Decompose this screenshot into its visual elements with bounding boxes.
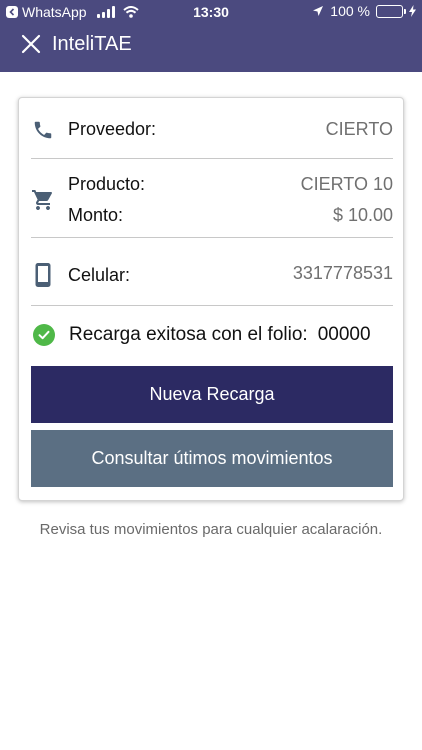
- proveedor-value: CIERTO: [325, 119, 393, 139]
- celular-label: Celular:: [68, 265, 131, 285]
- success-message: Recarga exitosa con el folio: 00000: [33, 320, 393, 350]
- recharge-summary-card: Proveedor: CIERTO Producto: CIERTO 10 Mo…: [18, 97, 404, 501]
- proveedor-row: Proveedor: CIERTO: [31, 118, 393, 142]
- cart-icon: [31, 188, 55, 212]
- battery-icon: [376, 4, 406, 18]
- monto-label: Monto:: [68, 205, 124, 225]
- divider: [31, 305, 393, 306]
- location-arrow-icon: [312, 5, 324, 17]
- celular-row: Celular: 3317778531: [31, 263, 393, 289]
- producto-label: Producto:: [68, 174, 146, 194]
- status-right: 100 %: [312, 3, 416, 19]
- producto-row: Producto: CIERTO 10 Monto: $ 10.00: [31, 174, 393, 230]
- footer-note: Revisa tus movimientos para cualquier ac…: [39, 521, 383, 538]
- success-text: Recarga exitosa con el folio:: [69, 324, 308, 345]
- divider: [31, 158, 393, 159]
- close-button[interactable]: [20, 33, 42, 55]
- consultar-movimientos-button[interactable]: Consultar útimos movimientos: [31, 430, 393, 487]
- producto-value: CIERTO 10: [300, 174, 393, 194]
- divider: [31, 237, 393, 238]
- monto-value: $ 10.00: [332, 205, 393, 225]
- proveedor-label: Proveedor:: [68, 119, 157, 139]
- charging-bolt-icon: [409, 5, 416, 17]
- folio-number: 00000: [317, 324, 371, 345]
- mobile-phone-icon: [31, 263, 55, 287]
- nueva-recarga-button[interactable]: Nueva Recarga: [31, 366, 393, 423]
- phone-icon: [31, 118, 55, 142]
- top-bar: WhatsApp 13:30 100 % InteliTAE: [0, 0, 422, 72]
- status-bar: WhatsApp 13:30 100 %: [0, 0, 422, 24]
- app-title: InteliTAE: [52, 32, 132, 55]
- app-header: InteliTAE: [0, 24, 422, 64]
- battery-percent: 100 %: [330, 3, 370, 19]
- celular-value: 3317778531: [292, 263, 393, 283]
- close-icon: [21, 34, 41, 54]
- check-circle-icon: [33, 324, 55, 346]
